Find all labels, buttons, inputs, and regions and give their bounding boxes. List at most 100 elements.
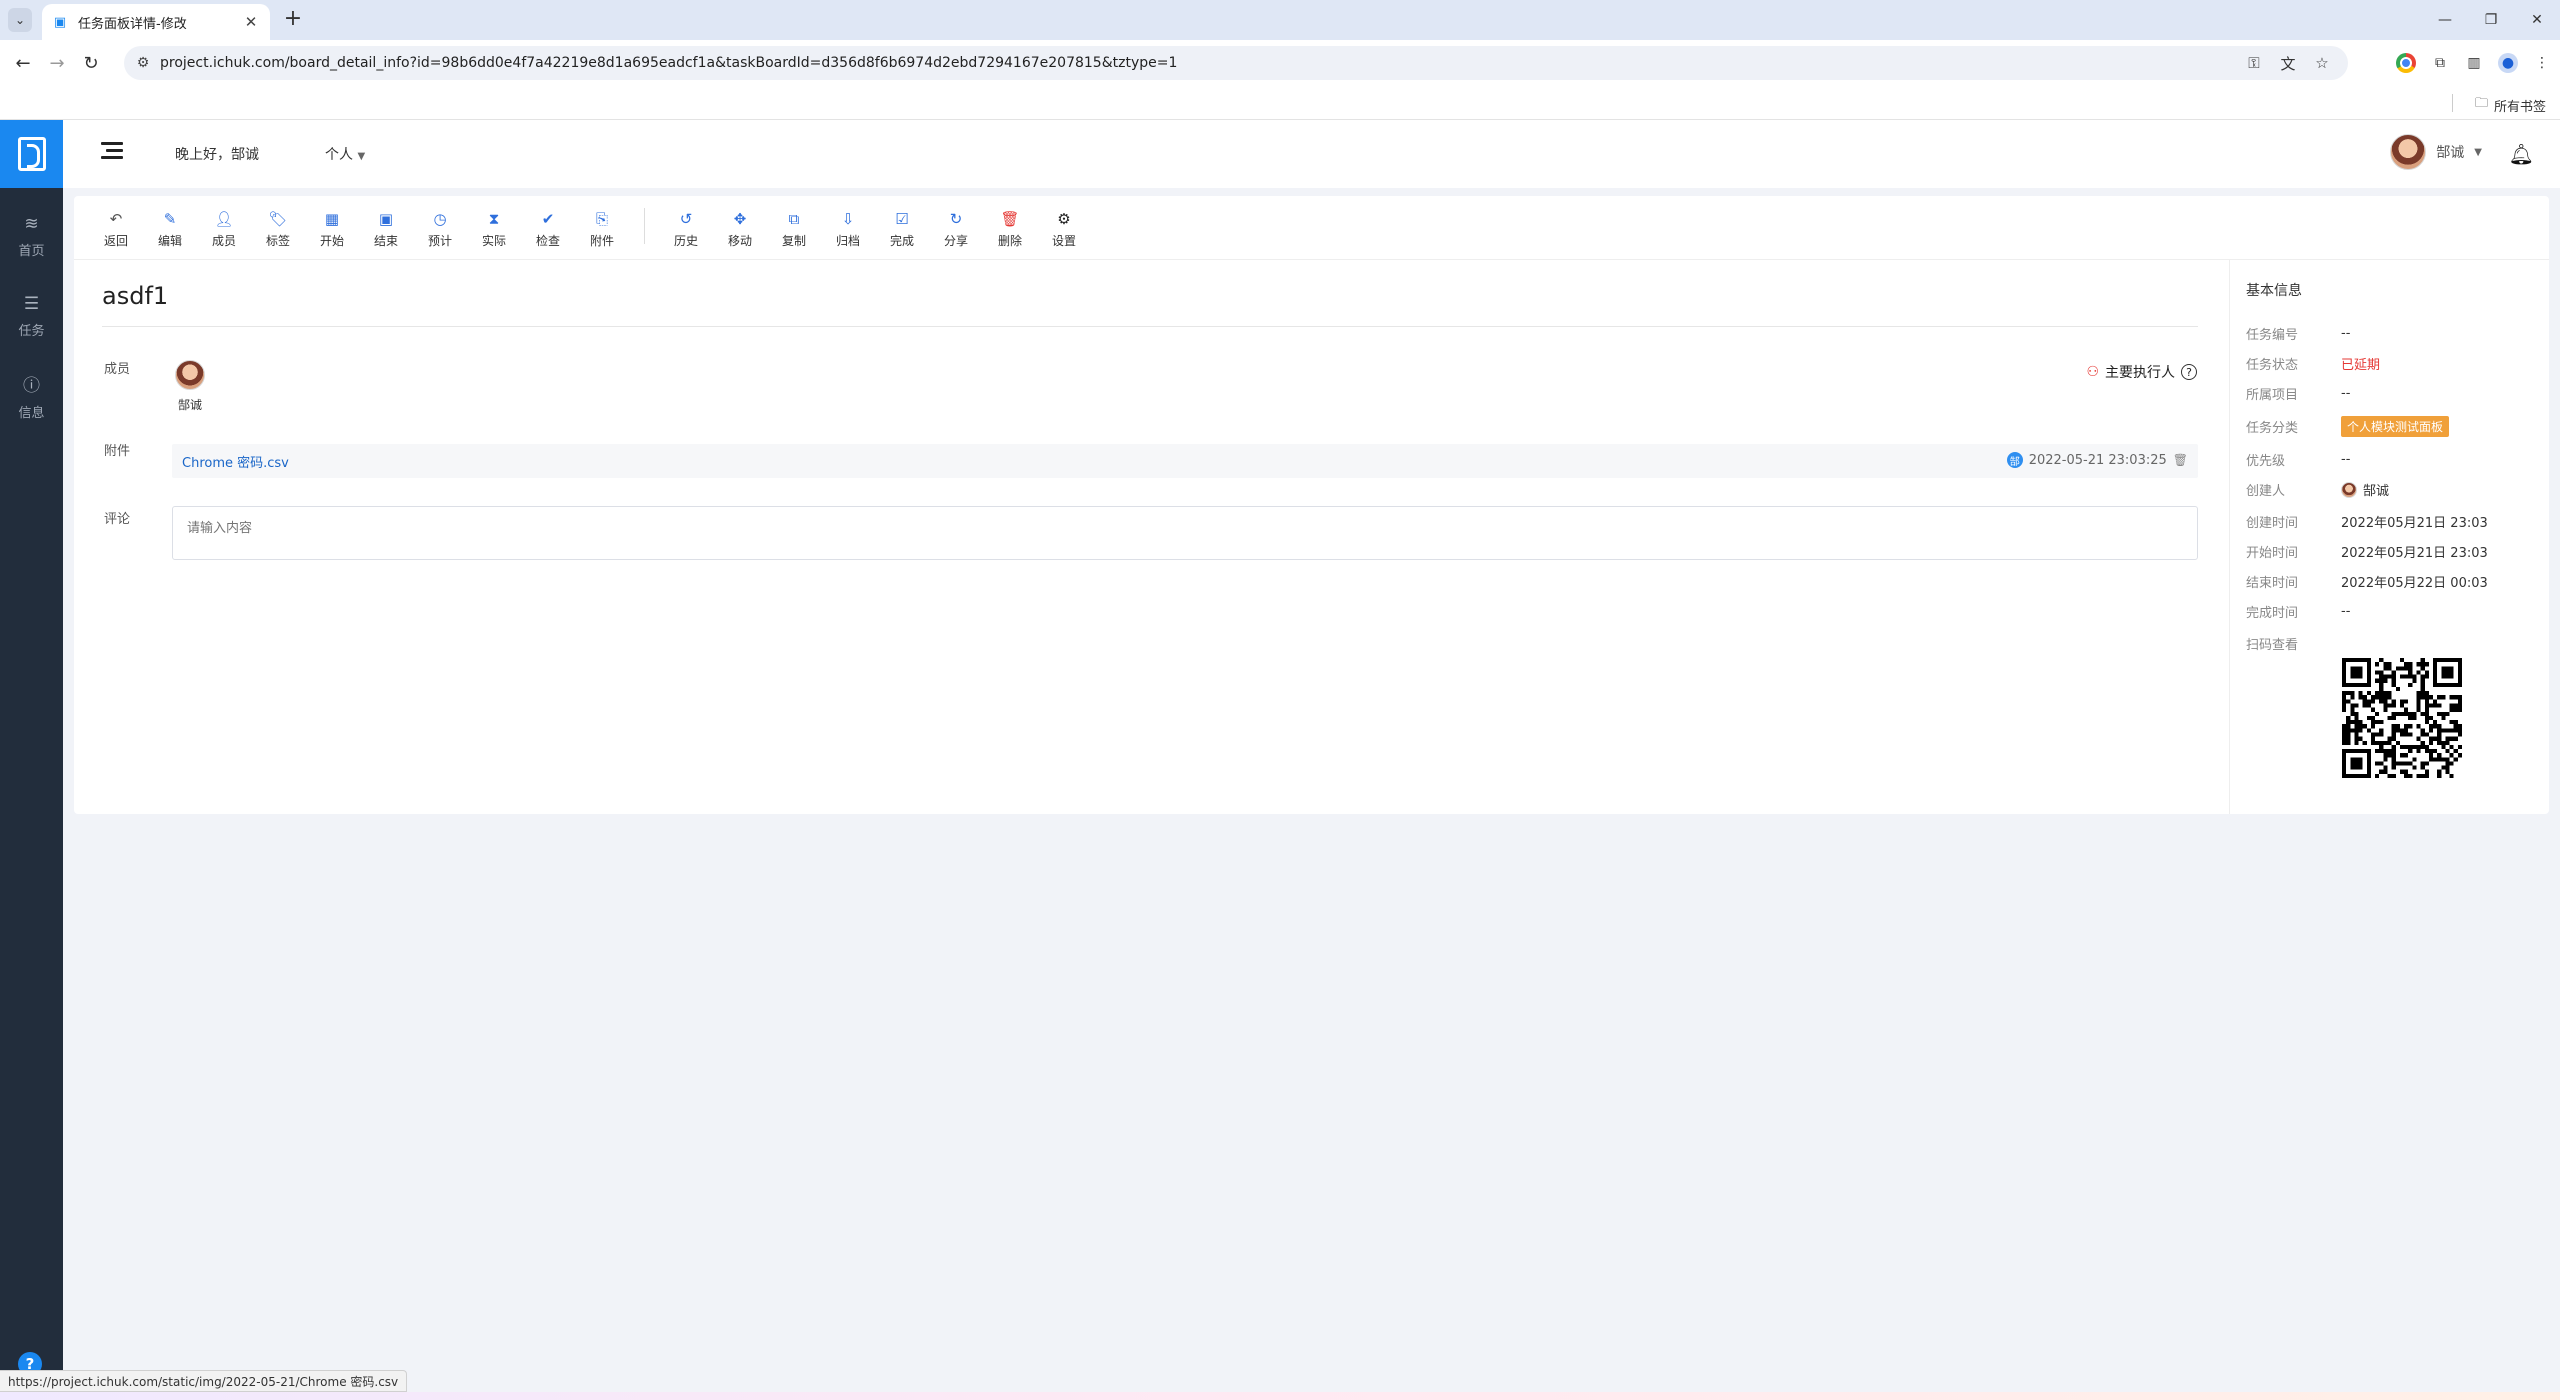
info-row-scan: 扫码查看 [2246, 634, 2341, 653]
copy-icon: ⧉ [788, 210, 800, 228]
extensions-puzzle-icon[interactable]: ⧉ [2430, 53, 2450, 73]
info-key: 所属项目 [2246, 388, 2299, 403]
start-date-button[interactable]: ▦ 开始 [312, 210, 352, 250]
action-label: 检查 [535, 234, 560, 248]
attachment-item: Chrome 密码.csv 郜 2022-05-21 23:03:25 🗑︎ [172, 444, 2198, 478]
actual-time-button[interactable]: ⧗ 实际 [474, 210, 514, 250]
info-row-creator: 创建人 郜诚 [2246, 480, 2389, 499]
scope-label: 个人 [325, 147, 353, 163]
sidebar: ≋ 首页 ☰ 任务 ⓘ 信息 ? [0, 120, 63, 1400]
action-label: 删除 [997, 234, 1022, 248]
app-logo[interactable] [0, 120, 63, 188]
attachment-meta: 郜 2022-05-21 23:03:25 🗑︎ [2006, 452, 2188, 468]
creator-name: 郜诚 [2363, 484, 2390, 499]
archive-button[interactable]: ⇩ 归档 [828, 210, 868, 250]
menu-toggle-icon[interactable] [101, 142, 123, 160]
user-name: 郜诚 [2436, 145, 2465, 161]
attachment-button[interactable]: ⎘ 附件 [582, 210, 622, 250]
sidebar-item-home[interactable]: ≋ 首页 [0, 196, 63, 276]
translate-icon[interactable]: 文 [2278, 53, 2298, 74]
move-icon: ✥ [733, 210, 747, 228]
sidebar-item-tasks[interactable]: ☰ 任务 [0, 276, 63, 356]
chrome-extension-icon[interactable] [2396, 53, 2416, 73]
delete-button[interactable]: 🗑︎ 删除 [990, 210, 1030, 250]
browser-tab-active[interactable]: ▣ 任务面板详情-修改 ✕ [42, 4, 270, 40]
info-row-task-number: 任务编号 -- [2246, 324, 2350, 343]
profile-icon[interactable]: ● [2498, 53, 2518, 73]
info-row-end-time: 结束时间 2022年05月22日 00:03 [2246, 572, 2488, 591]
divider [102, 326, 2198, 327]
site-settings-icon[interactable]: ⚙ [130, 55, 156, 71]
estimate-button[interactable]: ◷ 预计 [420, 210, 460, 250]
end-date-button[interactable]: ▣ 结束 [366, 210, 406, 250]
back-arrow-icon[interactable]: ← [6, 46, 40, 80]
executor-icon: ⚇ [2086, 364, 2099, 380]
forward-arrow-icon[interactable]: → [40, 46, 74, 80]
layers-icon: ≋ [24, 213, 39, 234]
edit-button[interactable]: ✎ 编辑 [150, 210, 190, 250]
members-button[interactable]: 👤︎ 成员 [204, 210, 244, 250]
share-icon: ↻ [949, 210, 963, 228]
trash-icon: 🗑︎ [1000, 210, 1020, 228]
history-button[interactable]: ↺ 历史 [666, 210, 706, 250]
action-label: 编辑 [157, 234, 182, 248]
user-icon: 👤︎ [214, 210, 234, 228]
share-button[interactable]: ↻ 分享 [936, 210, 976, 250]
copy-button[interactable]: ⧉ 复制 [774, 210, 814, 250]
edit-icon: ✎ [163, 210, 177, 228]
info-key: 完成时间 [2246, 606, 2299, 621]
tab-close-icon[interactable]: ✕ [242, 13, 260, 31]
settings-button[interactable]: ⚙ 设置 [1044, 210, 1084, 250]
question-icon[interactable]: ? [2181, 364, 2197, 380]
comments-label: 评论 [104, 512, 131, 527]
archive-icon: ⇩ [841, 210, 855, 228]
link-status-bar: https://project.ichuk.com/static/img/202… [0, 1370, 408, 1392]
bookmark-star-icon[interactable]: ☆ [2312, 54, 2332, 72]
url-text[interactable]: project.ichuk.com/board_detail_info?id=9… [160, 55, 1177, 71]
info-value: 2022年05月21日 23:03 [2341, 546, 2488, 561]
reload-icon[interactable]: ↻ [74, 46, 108, 80]
restore-icon[interactable]: ❐ [2468, 0, 2514, 40]
logo-mark-icon [17, 137, 46, 171]
window-close-icon[interactable]: ✕ [2514, 0, 2560, 40]
action-label: 返回 [103, 234, 128, 248]
scope-dropdown[interactable]: 个人 ▼ [325, 144, 365, 164]
back-button[interactable]: ↶ 返回 [96, 210, 136, 250]
move-button[interactable]: ✥ 移动 [720, 210, 760, 250]
address-bar[interactable]: ⚙ project.ichuk.com/board_detail_info?id… [124, 46, 2348, 80]
more-menu-icon[interactable]: ⋮ [2532, 53, 2552, 73]
task-title[interactable]: asdf1 [102, 282, 168, 310]
info-key: 创建时间 [2246, 516, 2299, 531]
member-item[interactable]: 郜诚 [170, 360, 210, 413]
tags-button[interactable]: 🏷︎ 标签 [258, 210, 298, 250]
all-bookmarks-label: 所有书签 [2493, 99, 2546, 115]
notification-bell-icon[interactable]: 🔔︎ [2509, 142, 2534, 166]
new-tab-button[interactable]: + [280, 6, 306, 31]
action-label: 成员 [211, 234, 236, 248]
toolbar-divider [644, 208, 645, 244]
check-button[interactable]: ✔ 检查 [528, 210, 568, 250]
complete-button[interactable]: ☑ 完成 [882, 210, 922, 250]
window-controls: — ❐ ✕ [2422, 0, 2560, 40]
info-row-priority: 优先级 -- [2246, 450, 2350, 469]
user-menu[interactable]: 郜诚 ▼ [2390, 134, 2482, 170]
sidebar-item-info[interactable]: ⓘ 信息 [0, 356, 63, 436]
action-label: 分享 [943, 234, 968, 248]
comment-input[interactable] [172, 506, 2198, 560]
delete-attachment-icon[interactable]: 🗑︎ [2173, 453, 2188, 467]
info-key: 创建人 [2246, 484, 2286, 499]
minimize-icon[interactable]: — [2422, 0, 2468, 40]
tab-search-button[interactable]: ⌄ [8, 8, 32, 32]
all-bookmarks-button[interactable]: 🗀 所有书签 [2475, 94, 2546, 116]
list-icon: ☰ [23, 293, 40, 314]
attachment-link[interactable]: Chrome 密码.csv [182, 452, 289, 471]
sidebar-item-label: 任务 [18, 323, 45, 339]
member-name: 郜诚 [177, 398, 202, 412]
undo-icon: ↶ [109, 210, 123, 228]
complete-icon: ☑ [895, 210, 909, 228]
side-panel-icon[interactable]: ▥ [2464, 53, 2484, 73]
password-key-icon[interactable]: ⚿ [2244, 54, 2264, 72]
tab-title: 任务面板详情-修改 [78, 16, 187, 32]
info-row-finish-time: 完成时间 -- [2246, 602, 2350, 621]
members-label: 成员 [104, 362, 131, 377]
